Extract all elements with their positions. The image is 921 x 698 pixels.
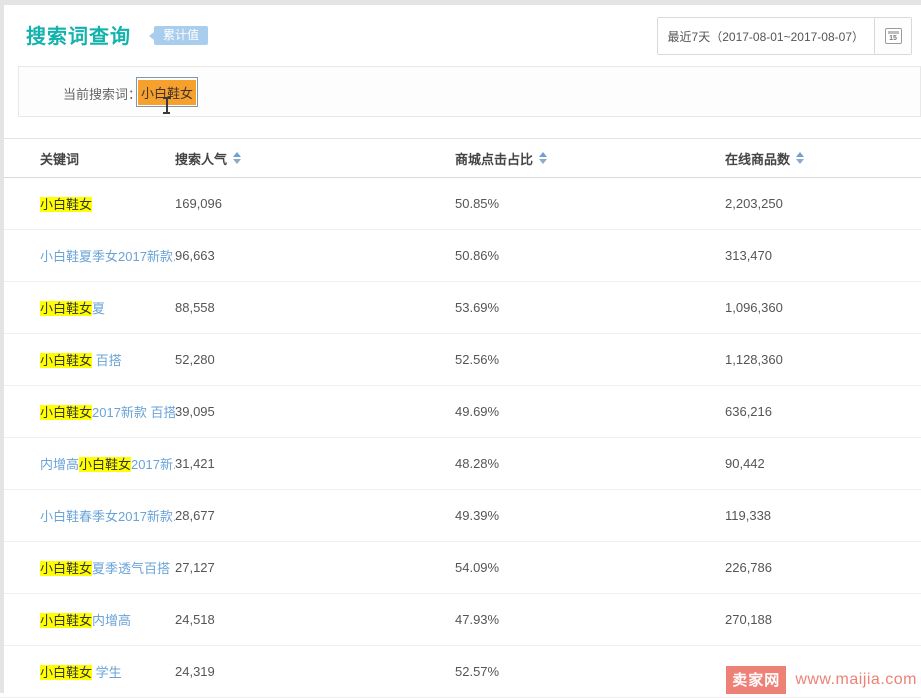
keyword-link[interactable]: 百搭 (92, 353, 122, 368)
keyword-highlight-link[interactable]: 小白鞋女 (79, 457, 131, 472)
keyword-highlight-link[interactable]: 小白鞋女 (40, 197, 92, 212)
online-products-cell: 313,470 (725, 248, 921, 263)
keyword-link[interactable]: 内增高 (40, 457, 79, 472)
table-body: 小白鞋女 169,096 50.85% 2,203,250 小白鞋夏季女2017… (0, 178, 921, 698)
keyword-cell: 小白鞋女 百搭 (40, 350, 175, 369)
keyword-link[interactable]: 小白鞋春季女2017新款... (40, 509, 175, 524)
online-products-cell: 2,203,250 (725, 196, 921, 211)
keyword-cell: 小白鞋夏季女2017新款... (40, 246, 175, 265)
search-popularity-cell: 96,663 (175, 248, 455, 263)
online-products-cell: 119,338 (725, 508, 921, 523)
mall-click-ratio-cell: 49.39% (455, 508, 725, 523)
search-popularity-cell: 169,096 (175, 196, 455, 211)
keyword-highlight-link[interactable]: 小白鞋女 (40, 353, 92, 368)
keyword-link[interactable]: 2017新... (131, 457, 175, 472)
keyword-cell: 小白鞋女夏 (40, 298, 175, 317)
column-header-label: 在线商品数 (725, 149, 790, 168)
current-search-panel: 当前搜索词： 小白鞋女 (18, 66, 921, 117)
keyword-link[interactable]: 夏季透气百搭 (92, 561, 170, 576)
mall-click-ratio-cell: 50.86% (455, 248, 725, 263)
keyword-link[interactable]: 学生 (92, 665, 122, 680)
column-header-online-products: 在线商品数 (725, 149, 921, 168)
online-products-cell: 90,442 (725, 456, 921, 471)
keyword-cell: 小白鞋女夏季透气百搭 (40, 558, 175, 577)
watermark: 卖家网 www.maijia.com (726, 666, 917, 693)
online-products-cell: 1,096,360 (725, 300, 921, 315)
keyword-cell: 内增高小白鞋女2017新... (40, 454, 175, 473)
calendar-icon[interactable]: 15 (874, 18, 911, 54)
mall-click-ratio-cell: 52.57% (455, 664, 725, 679)
column-header-search-popularity: 搜索人气 (175, 149, 455, 168)
keyword-cell: 小白鞋春季女2017新款... (40, 506, 175, 525)
keywords-table: 关键词 搜索人气 商城点击占比 在线商品数 小白鞋女 169,096 50.85… (0, 138, 921, 698)
calendar-glyph: 15 (885, 28, 902, 44)
keyword-highlight-link[interactable]: 小白鞋女 (40, 561, 92, 576)
search-popularity-cell: 52,280 (175, 352, 455, 367)
watermark-url: www.maijia.com (795, 671, 917, 689)
keyword-highlight-link[interactable]: 小白鞋女 (40, 301, 92, 316)
column-header-label: 关键词 (40, 149, 79, 168)
watermark-brand: 卖家网 (726, 666, 786, 694)
keyword-highlight-link[interactable]: 小白鞋女 (40, 665, 92, 680)
column-header-mall-click-ratio: 商城点击占比 (455, 149, 725, 168)
keyword-link[interactable]: 内增高 (92, 613, 131, 628)
keyword-cell: 小白鞋女 (40, 194, 175, 213)
mall-click-ratio-cell: 53.69% (455, 300, 725, 315)
date-range-text: 最近7天（2017-08-01~2017-08-07） (658, 18, 874, 54)
table-row: 小白鞋女2017新款 百搭... 39,095 49.69% 636,216 (0, 386, 921, 438)
column-header-label: 商城点击占比 (455, 149, 533, 168)
table-row: 小白鞋春季女2017新款... 28,677 49.39% 119,338 (0, 490, 921, 542)
search-popularity-cell: 88,558 (175, 300, 455, 315)
text-cursor-icon (162, 97, 171, 114)
mall-click-ratio-cell: 54.09% (455, 560, 725, 575)
keyword-link[interactable]: 夏 (92, 301, 105, 316)
mall-click-ratio-cell: 52.56% (455, 352, 725, 367)
search-popularity-cell: 39,095 (175, 404, 455, 419)
search-popularity-cell: 27,127 (175, 560, 455, 575)
screen-edge-left (0, 0, 4, 693)
keyword-highlight-link[interactable]: 小白鞋女 (40, 613, 92, 628)
table-row: 小白鞋女夏季透气百搭 27,127 54.09% 226,786 (0, 542, 921, 594)
table-row: 小白鞋女 169,096 50.85% 2,203,250 (0, 178, 921, 230)
table-row: 小白鞋夏季女2017新款... 96,663 50.86% 313,470 (0, 230, 921, 282)
column-header-keyword: 关键词 (40, 149, 175, 168)
page-title: 搜索词查询 (26, 20, 131, 49)
mall-click-ratio-cell: 49.69% (455, 404, 725, 419)
table-row: 小白鞋女 百搭 52,280 52.56% 1,128,360 (0, 334, 921, 386)
online-products-cell: 636,216 (725, 404, 921, 419)
table-header-row: 关键词 搜索人气 商城点击占比 在线商品数 (0, 138, 921, 178)
keyword-cell: 小白鞋女内增高 (40, 610, 175, 629)
keyword-cell: 小白鞋女 学生 (40, 662, 175, 681)
search-popularity-cell: 28,677 (175, 508, 455, 523)
column-header-label: 搜索人气 (175, 149, 227, 168)
search-popularity-cell: 31,421 (175, 456, 455, 471)
online-products-cell: 270,188 (725, 612, 921, 627)
sort-icon[interactable] (233, 152, 241, 164)
search-popularity-cell: 24,319 (175, 664, 455, 679)
table-row: 内增高小白鞋女2017新... 31,421 48.28% 90,442 (0, 438, 921, 490)
mall-click-ratio-cell: 47.93% (455, 612, 725, 627)
search-popularity-cell: 24,518 (175, 612, 455, 627)
online-products-cell: 226,786 (725, 560, 921, 575)
table-row: 小白鞋女夏 88,558 53.69% 1,096,360 (0, 282, 921, 334)
keyword-cell: 小白鞋女2017新款 百搭... (40, 402, 175, 421)
mall-click-ratio-cell: 50.85% (455, 196, 725, 211)
keyword-link[interactable]: 小白鞋夏季女2017新款... (40, 249, 175, 264)
online-products-cell: 1,128,360 (725, 352, 921, 367)
mall-click-ratio-cell: 48.28% (455, 456, 725, 471)
date-range-button[interactable]: 最近7天（2017-08-01~2017-08-07） 15 (657, 17, 912, 55)
keyword-highlight-link[interactable]: 小白鞋女 (40, 405, 92, 420)
screen-edge-top (0, 0, 921, 5)
current-search-label: 当前搜索词： (63, 84, 141, 103)
table-row: 小白鞋女内增高 24,518 47.93% 270,188 (0, 594, 921, 646)
sort-icon[interactable] (796, 152, 804, 164)
cumulative-value-badge: 累计值 (154, 26, 208, 45)
sort-icon[interactable] (539, 152, 547, 164)
keyword-link[interactable]: 2017新款 百搭... (92, 405, 175, 420)
